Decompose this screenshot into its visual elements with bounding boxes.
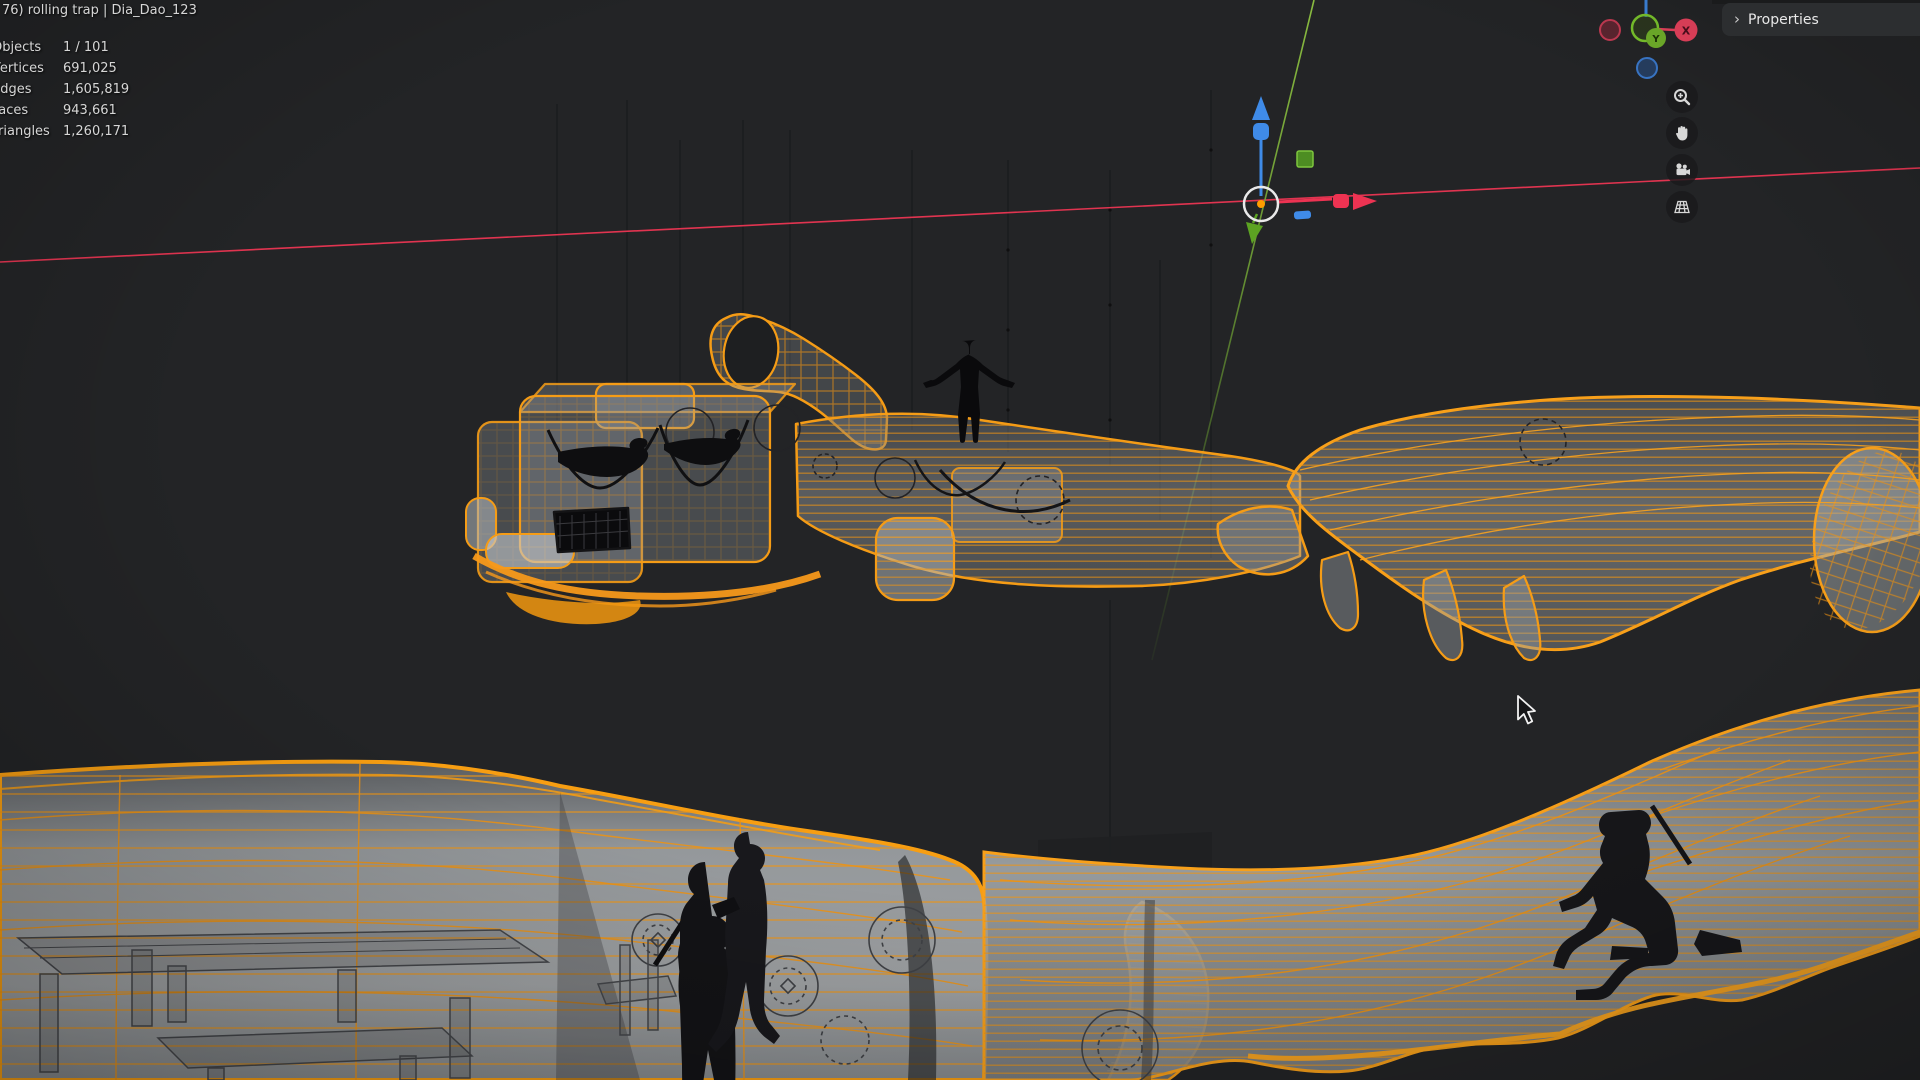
- properties-panel-title: Properties: [1748, 12, 1819, 28]
- blender-3d-viewport[interactable]: Y X 76) rolling trap | Dia_Dao_123 Objec…: [0, 0, 1920, 1080]
- properties-panel-header[interactable]: › Properties: [1722, 3, 1920, 36]
- chevron-right-icon: ›: [1734, 10, 1740, 28]
- viewport-canvas[interactable]: Y X: [0, 0, 1920, 1080]
- projection-toggle-button[interactable]: [1666, 191, 1698, 223]
- camera-icon: [1672, 160, 1692, 180]
- zoom-button[interactable]: [1666, 81, 1698, 113]
- hand-icon: [1672, 123, 1692, 143]
- pan-button[interactable]: [1666, 117, 1698, 149]
- vignette: [0, 0, 1920, 1080]
- grid-icon: [1672, 197, 1692, 217]
- magnifier-plus-icon: [1672, 87, 1692, 107]
- camera-view-button[interactable]: [1666, 154, 1698, 186]
